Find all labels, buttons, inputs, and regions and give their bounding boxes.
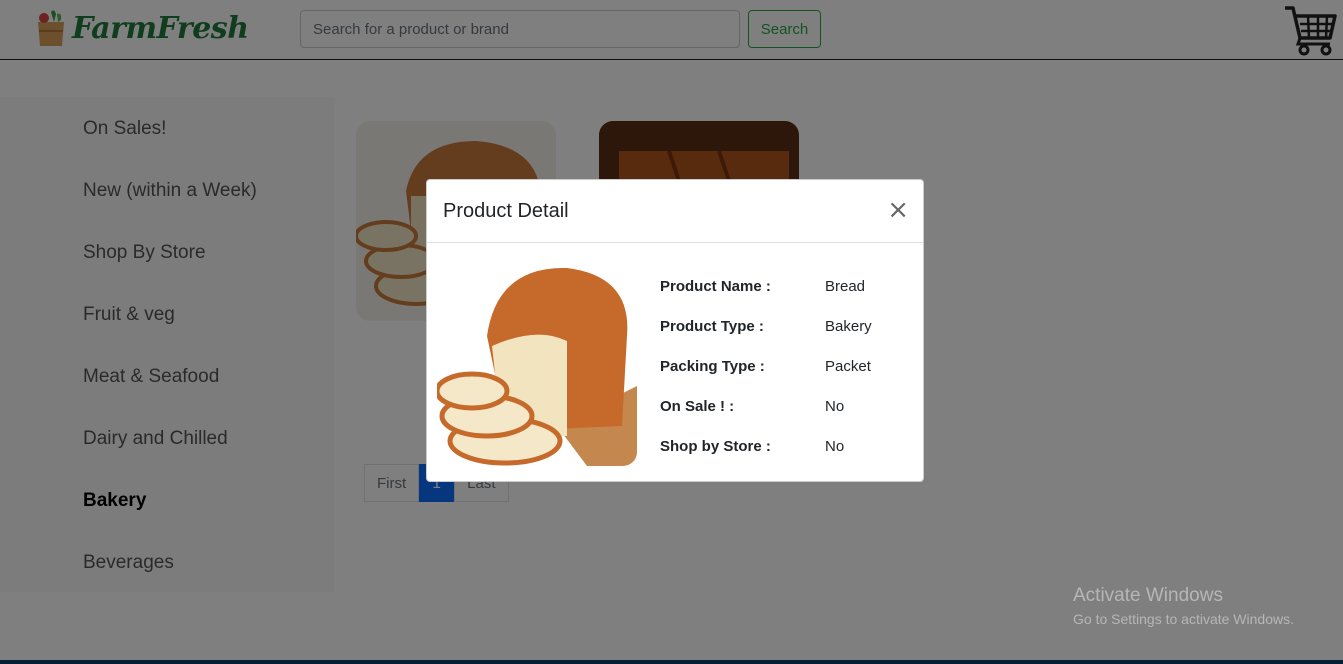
detail-label-type: Product Type : xyxy=(660,318,764,335)
detail-value-name: Bread xyxy=(825,278,866,295)
detail-value-type: Bakery xyxy=(825,318,872,335)
close-icon[interactable]: × xyxy=(887,196,909,224)
watermark-title: Activate Windows xyxy=(1073,585,1223,606)
activate-windows-watermark: Activate Windows Go to Settings to activ… xyxy=(1073,585,1294,627)
detail-label-packing: Packing Type : xyxy=(660,358,765,375)
modal-title: Product Detail xyxy=(443,200,569,222)
detail-label-on-sale: On Sale ! : xyxy=(660,398,735,415)
detail-value-shop-by-store: No xyxy=(825,438,845,455)
detail-value-packing: Packet xyxy=(825,358,871,375)
detail-value-on-sale: No xyxy=(825,398,845,415)
watermark-subtitle: Go to Settings to activate Windows. xyxy=(1073,611,1294,627)
detail-label-shop-by-store: Shop by Store : xyxy=(660,438,771,455)
detail-label-name: Product Name : xyxy=(660,278,771,295)
modal-header: Product Detail × xyxy=(427,180,923,243)
product-detail-modal: Product Detail × Product Name : Bread Pr… xyxy=(426,179,924,482)
modal-product-image xyxy=(437,266,637,466)
